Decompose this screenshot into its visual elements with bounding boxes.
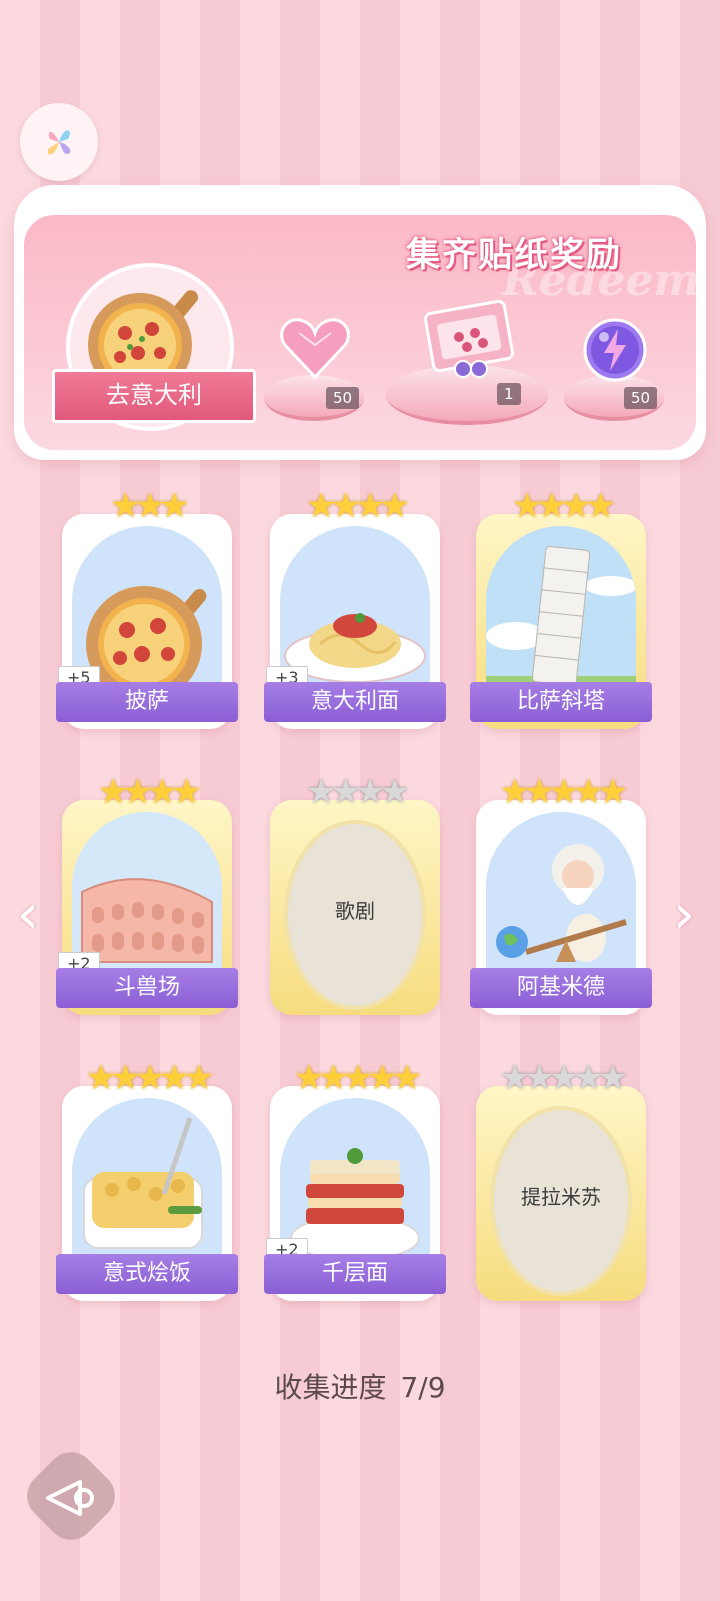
progress-label: 收集进度 — [274, 1371, 387, 1404]
star-rating: ★★★★ — [306, 772, 410, 812]
star-rating: ★★★★ — [512, 486, 616, 526]
collection-progress: 收集进度 7/9 — [0, 1366, 720, 1406]
sticker-label: 千层面 — [264, 1254, 446, 1294]
sticker-card-lasagna[interactable]: ★★★★★ +2 千层面 — [264, 1060, 446, 1306]
sticker-label: 意大利面 — [264, 682, 446, 722]
star-rating: ★★★★★ — [293, 1058, 422, 1098]
star-rating: ★★★★★ — [85, 1058, 214, 1098]
progress-value: 7/9 — [400, 1371, 446, 1404]
sticker-label: 提拉米苏 — [521, 1185, 601, 1209]
sticker-card-tiramisu[interactable]: ★★★★★ 提拉米苏 — [476, 1060, 646, 1306]
star-rating: ★★★★ — [98, 772, 202, 812]
star-rating: ★★★★★ — [499, 1058, 628, 1098]
app-logo-button[interactable] — [20, 103, 98, 181]
theme-name-ribbon: 去意大利 — [52, 369, 256, 423]
sticker-card-spaghetti[interactable]: ★★★★ +3 意大利面 — [264, 488, 446, 734]
sticker-card-leaning-tower[interactable]: ★★★★ 比萨斜塔 — [470, 488, 652, 734]
sticker-label: 披萨 — [56, 682, 238, 722]
star-rating: ★★★★ — [306, 486, 410, 526]
sticker-label: 比萨斜塔 — [470, 682, 652, 722]
sticker-label: 歌剧 — [335, 899, 375, 923]
sticker-card-colosseum[interactable]: ★★★★ +2 斗兽场 — [56, 774, 238, 1020]
star-rating: ★★★★★ — [499, 772, 628, 812]
energy-orb-count: 50 — [624, 387, 658, 409]
star-rating: ★★★ — [110, 486, 189, 526]
next-page-arrow-icon[interactable]: › — [666, 885, 702, 945]
sticker-label: 斗兽场 — [56, 968, 238, 1008]
sticker-card-archimedes[interactable]: ★★★★★ 阿基米德 — [470, 774, 652, 1020]
prev-page-arrow-icon[interactable]: ‹ — [10, 885, 46, 945]
gift-box-count: 1 — [497, 383, 521, 405]
archimedes-icon — [486, 812, 636, 987]
reward-panel-inner: Redeem 集齐贴纸奖励 去意大利 50 1 50 — [24, 215, 696, 450]
sticker-reward-panel: Redeem 集齐贴纸奖励 去意大利 50 1 50 — [14, 185, 706, 460]
petal-logo-icon — [47, 130, 71, 155]
sticker-card-pizza[interactable]: ★★★ +5 披萨 — [56, 488, 238, 734]
card-art — [486, 812, 636, 987]
sticker-label: 阿基米德 — [470, 968, 652, 1008]
reward-title: 集齐贴纸奖励 — [406, 235, 622, 275]
sticker-card-opera[interactable]: ★★★★ 歌剧 — [270, 774, 440, 1020]
card-art — [72, 1098, 222, 1273]
sticker-label: 意式烩饭 — [56, 1254, 238, 1294]
energy-orb-icon — [583, 318, 647, 382]
back-arrow-icon — [46, 1480, 94, 1516]
heart-gem-icon — [280, 318, 350, 380]
risotto-icon — [83, 1117, 203, 1249]
card-art — [486, 526, 636, 701]
leaning-tower-icon — [486, 526, 636, 701]
gift-box-icon — [424, 299, 514, 378]
heart-gem-count: 50 — [326, 387, 360, 409]
sticker-card-risotto[interactable]: ★★★★★ 意式烩饭 — [56, 1060, 238, 1306]
